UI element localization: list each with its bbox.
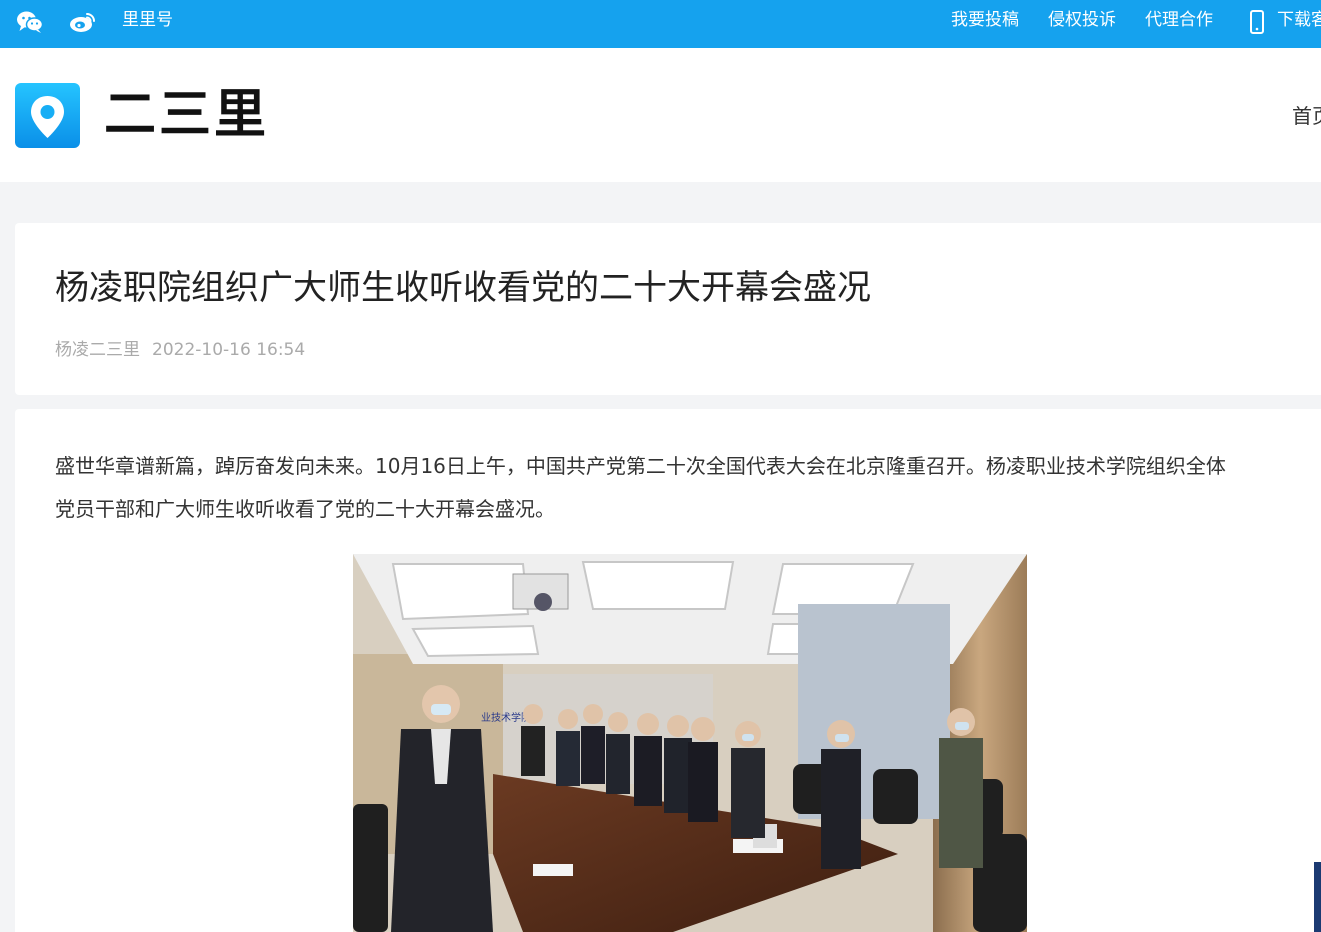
site-logo[interactable] bbox=[15, 83, 80, 148]
article-source[interactable]: 杨凌二三里 bbox=[55, 340, 140, 360]
site-header: 二三里 首页 bbox=[0, 48, 1321, 182]
site-name[interactable]: 二三里 bbox=[104, 82, 269, 148]
article-meta: 杨凌二三里 2022-10-16 16:54 bbox=[55, 339, 317, 361]
download-app-link[interactable]: 下载客 bbox=[1277, 0, 1321, 40]
article-photo[interactable]: 业技术学院 bbox=[353, 554, 1027, 932]
weibo-icon[interactable] bbox=[69, 10, 97, 34]
article-header-card: 杨凌职院组织广大师生收听收看党的二十大开幕会盛况 杨凌二三里 2022-10-16… bbox=[15, 223, 1321, 395]
submit-article-link[interactable]: 我要投稿 bbox=[951, 0, 1019, 40]
article-body-card: 盛世华章谱新篇，踔厉奋发向未来。10月16日上午，中国共产党第二十次全国代表大会… bbox=[15, 409, 1321, 932]
complaint-link[interactable]: 侵权投诉 bbox=[1048, 0, 1116, 40]
top-bar: 里里号 我要投稿 侵权投诉 代理合作 下载客 bbox=[0, 0, 1321, 48]
mobile-phone-icon[interactable] bbox=[1249, 10, 1265, 34]
paragraph-line: 党员干部和广大师生收听收看了党的二十大开幕会盛况。 bbox=[55, 497, 555, 521]
article-title: 杨凌职院组织广大师生收听收看党的二十大开幕会盛况 bbox=[55, 268, 871, 308]
wechat-icon[interactable] bbox=[16, 10, 44, 34]
article-datetime: 2022-10-16 16:54 bbox=[152, 340, 306, 360]
lilihao-link[interactable]: 里里号 bbox=[122, 0, 173, 40]
article-paragraph: 盛世华章谱新篇，踔厉奋发向未来。10月16日上午，中国共产党第二十次全国代表大会… bbox=[55, 445, 1321, 531]
floating-side-widget[interactable] bbox=[1314, 862, 1321, 932]
agent-cooperation-link[interactable]: 代理合作 bbox=[1145, 0, 1213, 40]
paragraph-line: 盛世华章谱新篇，踔厉奋发向未来。10月16日上午，中国共产党第二十次全国代表大会… bbox=[55, 454, 1226, 478]
location-pin-icon bbox=[31, 96, 64, 138]
nav-home-link[interactable]: 首页 bbox=[1292, 103, 1321, 129]
